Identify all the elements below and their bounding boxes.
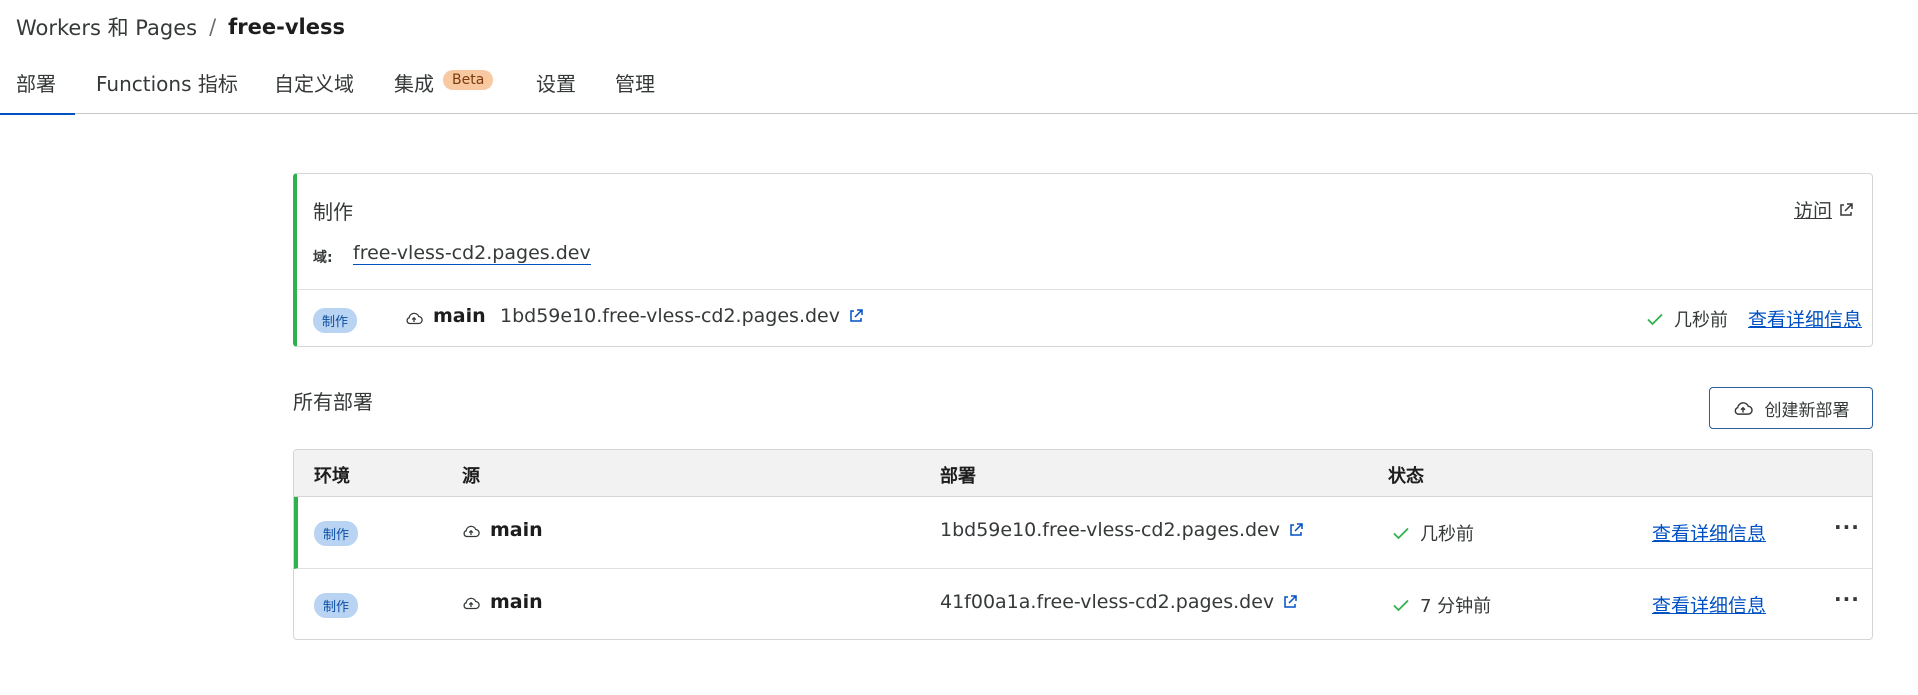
table-header: 环境 源 部署 状态 — [294, 450, 1872, 497]
deployment-url-text: 41f00a1a.free-vless-cd2.pages.dev — [940, 591, 1275, 613]
column-header-environment: 环境 — [314, 466, 350, 487]
check-icon — [1393, 599, 1409, 612]
env-pill: 制作 — [313, 308, 358, 333]
deployment-url-text: 1bd59e10.free-vless-cd2.pages.dev — [500, 305, 840, 327]
more-actions-icon[interactable]: ··· — [1834, 515, 1860, 539]
deployment-url-text: 1bd59e10.free-vless-cd2.pages.dev — [940, 519, 1280, 541]
deployments-table: 环境 源 部署 状态 制作 main 1bd59e10.free-vless-c… — [293, 449, 1873, 640]
more-actions-icon[interactable]: ··· — [1834, 587, 1860, 611]
breadcrumb-current: free-vless — [228, 15, 345, 39]
table-row: 制作 main 1bd59e10.free-vless-cd2.pages.de… — [294, 497, 1872, 569]
external-link-icon — [1290, 523, 1303, 536]
view-details-link[interactable]: 查看详细信息 — [1652, 591, 1766, 618]
visit-label: 访问 — [1793, 200, 1832, 222]
production-domain-link[interactable]: free-vless-cd2.pages.dev — [353, 242, 591, 265]
production-card: 制作 访问 域: free-vless-cd2.pages.dev 制作 mai… — [293, 173, 1873, 347]
cloud-upload-icon — [463, 525, 480, 538]
cloud-upload-icon — [463, 597, 480, 610]
column-header-source: 源 — [462, 466, 480, 487]
tab-label: 自定义域 — [274, 72, 354, 96]
breadcrumb: Workers 和 Pages / free-vless — [16, 12, 345, 42]
tab-settings[interactable]: 设置 — [536, 68, 576, 114]
status-time: 7 分钟前 — [1420, 596, 1492, 617]
tab-deployments[interactable]: 部署 — [0, 68, 75, 115]
deployment-url[interactable]: 41f00a1a.free-vless-cd2.pages.dev — [940, 591, 1298, 613]
visit-link[interactable]: 访问 — [1794, 196, 1854, 223]
view-details-link[interactable]: 查看详细信息 — [1748, 305, 1862, 332]
deployment-status: 7 分钟前 — [1392, 592, 1491, 618]
cloud-upload-icon — [1734, 402, 1753, 415]
branch-name: main — [490, 591, 543, 613]
column-header-deployment: 部署 — [940, 466, 976, 487]
deployment-status: 几秒前 — [1392, 520, 1474, 546]
env-pill: 制作 — [314, 593, 359, 618]
tab-label: 管理 — [615, 72, 655, 96]
branch-name: main — [433, 305, 486, 327]
all-deployments-title: 所有部署 — [293, 390, 373, 414]
production-deployment-row: 制作 main 1bd59e10.free-vless-cd2.pages.de… — [297, 290, 1872, 347]
column-header-status: 状态 — [1388, 466, 1424, 487]
status-time: 几秒前 — [1420, 524, 1474, 545]
beta-badge: Beta — [443, 70, 494, 90]
table-row: 制作 main 41f00a1a.free-vless-cd2.pages.de… — [294, 569, 1872, 639]
tab-label: 集成 — [394, 72, 434, 96]
tab-label: 设置 — [536, 72, 576, 96]
env-pill: 制作 — [314, 521, 359, 546]
create-deployment-label: 创建新部署 — [1764, 400, 1850, 421]
check-icon — [1393, 527, 1409, 540]
status-time: 几秒前 — [1674, 310, 1728, 331]
tab-custom-domains[interactable]: 自定义域 — [274, 68, 354, 114]
tab-label: Functions 指标 — [96, 72, 238, 96]
tab-bar: 部署 Functions 指标 自定义域 集成 Beta 设置 管理 — [0, 64, 1918, 115]
tab-manage[interactable]: 管理 — [615, 68, 655, 114]
external-link-icon — [850, 309, 863, 322]
tab-integrations[interactable]: 集成 Beta — [394, 68, 494, 114]
deployment-status: 几秒前 — [1646, 306, 1728, 332]
tab-label: 部署 — [16, 72, 56, 96]
cloud-upload-icon — [406, 312, 423, 325]
breadcrumb-separator: / — [209, 15, 217, 39]
external-link-icon — [1840, 202, 1853, 216]
view-details-link[interactable]: 查看详细信息 — [1652, 519, 1766, 546]
external-link-icon — [1284, 595, 1297, 608]
domain-label: 域: — [313, 250, 333, 266]
production-title: 制作 — [313, 200, 353, 224]
branch-name: main — [490, 519, 543, 541]
tab-functions-metrics[interactable]: Functions 指标 — [96, 68, 238, 114]
deployment-url[interactable]: 1bd59e10.free-vless-cd2.pages.dev — [500, 305, 864, 327]
deployment-url[interactable]: 1bd59e10.free-vless-cd2.pages.dev — [940, 519, 1304, 541]
check-icon — [1647, 313, 1663, 326]
breadcrumb-parent[interactable]: Workers 和 Pages — [16, 12, 197, 42]
create-deployment-button[interactable]: 创建新部署 — [1709, 387, 1873, 429]
